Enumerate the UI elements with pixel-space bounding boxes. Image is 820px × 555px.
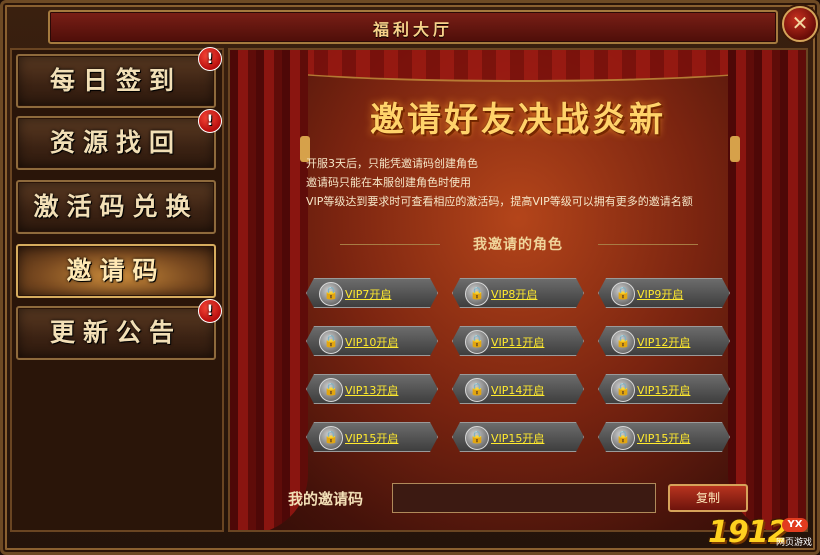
copy-button[interactable]: 复制: [668, 484, 748, 512]
section-title: 我邀请的角色: [473, 237, 563, 253]
banner-title: 邀请好友决战炎新: [370, 100, 666, 140]
invite-slot[interactable]: 🔒 VIP13开启: [306, 374, 438, 404]
notice-line: 开服3天后，只能凭邀请码创建角色: [306, 157, 478, 170]
slot-label: VIP13开启: [345, 384, 399, 397]
logo-subtitle: 网页游戏: [776, 538, 813, 548]
sidebar-item-label: 更新公告: [49, 318, 182, 347]
sidebar-item-activation-code[interactable]: 激活码兑换: [16, 180, 216, 234]
lock-icon: 🔒: [465, 282, 489, 306]
sidebar-item-label: 资源找回: [49, 128, 182, 157]
site-logo: 1912 YX 网页游戏: [706, 515, 813, 551]
sidebar-item-daily-signin[interactable]: 每日签到 !: [16, 47, 222, 108]
invite-slot[interactable]: 🔒 VIP8开启: [452, 278, 584, 308]
slot-label: VIP8开启: [491, 288, 538, 301]
sidebar: 每日签到 ! 资源找回 ! 激活码兑换 邀请码 更新公告 !: [10, 47, 224, 532]
slot-label: VIP7开启: [345, 288, 392, 301]
sidebar-item-label: 邀请码: [66, 256, 166, 285]
invite-slot[interactable]: 🔒 VIP12开启: [598, 326, 730, 356]
notice-list: 开服3天后，只能凭邀请码创建角色 邀请码只能在本服创建角色时使用 VIP等级达到…: [306, 154, 746, 211]
curtain-valance: [230, 50, 806, 82]
window-title: 福利大厅: [372, 20, 453, 39]
lock-icon: 🔒: [319, 282, 343, 306]
logo-badge: YX: [782, 518, 808, 532]
invite-slot[interactable]: 🔒 VIP15开启: [306, 422, 438, 452]
alert-badge-icon: !: [198, 47, 222, 71]
slot-label: VIP15开启: [345, 432, 399, 445]
sidebar-item-resource-recovery[interactable]: 资源找回 !: [16, 109, 222, 170]
slot-label: VIP9开启: [637, 288, 684, 301]
lock-icon: 🔒: [611, 378, 635, 402]
alert-badge-icon: !: [198, 109, 222, 133]
lock-icon: 🔒: [611, 282, 635, 306]
invite-slot[interactable]: 🔒 VIP7开启: [306, 278, 438, 308]
close-icon: ✕: [791, 11, 809, 35]
invite-slot[interactable]: 🔒 VIP9开启: [598, 278, 730, 308]
invite-slot[interactable]: 🔒 VIP10开启: [306, 326, 438, 356]
sidebar-item-label: 每日签到: [49, 66, 182, 95]
lock-icon: 🔒: [465, 378, 489, 402]
close-button[interactable]: ✕: [782, 6, 818, 42]
slot-label: VIP12开启: [637, 336, 691, 349]
lock-icon: 🔒: [319, 378, 343, 402]
invite-code-field[interactable]: [392, 483, 656, 513]
slot-label: VIP11开启: [491, 336, 545, 349]
invite-code-label: 我的邀请码: [288, 490, 364, 508]
invite-slot[interactable]: 🔒 VIP11开启: [452, 326, 584, 356]
lock-icon: 🔒: [465, 426, 489, 450]
lock-icon: 🔒: [465, 330, 489, 354]
slot-label: VIP14开启: [491, 384, 545, 397]
lock-icon: 🔒: [319, 426, 343, 450]
sidebar-item-label: 激活码兑换: [33, 192, 199, 221]
lock-icon: 🔒: [319, 330, 343, 354]
lock-icon: 🔒: [611, 426, 635, 450]
slot-label: VIP15开启: [637, 432, 691, 445]
invite-slot[interactable]: 🔒 VIP14开启: [452, 374, 584, 404]
alert-badge-icon: !: [198, 299, 222, 323]
invite-slot[interactable]: 🔒 VIP15开启: [598, 422, 730, 452]
slot-label: VIP15开启: [637, 384, 691, 397]
notice-line: 邀请码只能在本服创建角色时使用: [306, 176, 471, 189]
slot-label: VIP10开启: [345, 336, 399, 349]
slot-label: VIP15开启: [491, 432, 545, 445]
sidebar-item-invite-code[interactable]: 邀请码: [16, 244, 216, 298]
sidebar-item-announcements[interactable]: 更新公告 !: [16, 299, 222, 360]
title-bar: 福利大厅: [48, 10, 778, 44]
invite-slot[interactable]: 🔒 VIP15开启: [598, 374, 730, 404]
invite-panel: 邀请好友决战炎新 开服3天后，只能凭邀请码创建角色 邀请码只能在本服创建角色时使…: [228, 48, 808, 532]
invite-slot[interactable]: 🔒 VIP15开启: [452, 422, 584, 452]
divider: [598, 244, 698, 245]
lock-icon: 🔒: [611, 330, 635, 354]
notice-line: VIP等级达到要求时可查看相应的激活码，提高VIP等级可以拥有更多的邀请名额: [306, 195, 693, 208]
